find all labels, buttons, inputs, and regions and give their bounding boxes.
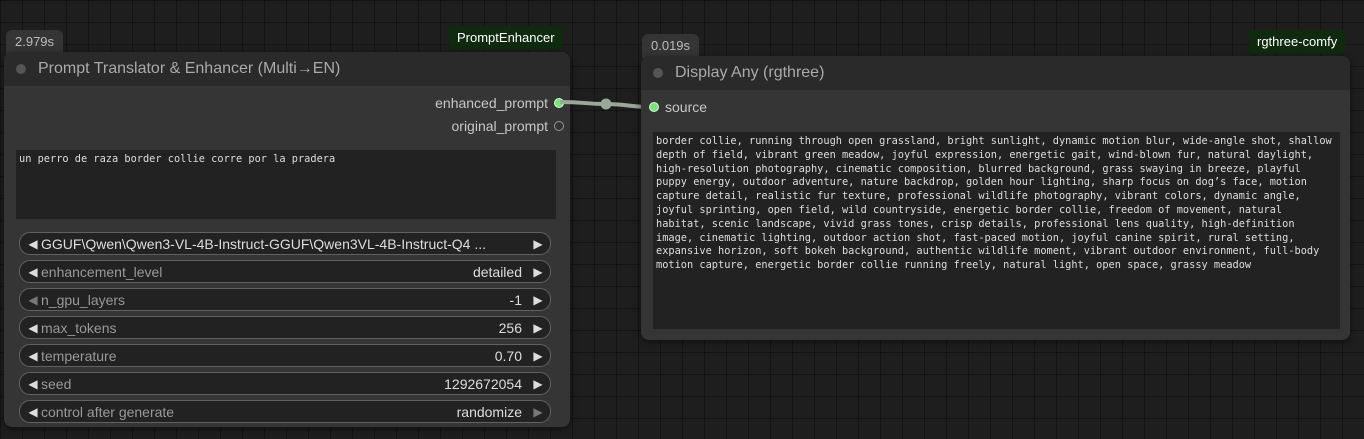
widget-label: seed: [41, 375, 72, 392]
output-slot-label: original_prompt: [451, 118, 549, 134]
collapse-dot-icon[interactable]: [653, 68, 663, 78]
node-source-tag: PromptEnhancer: [449, 26, 563, 50]
arrow-right-icon[interactable]: ▶: [530, 237, 546, 251]
arrow-right-icon[interactable]: ▶: [530, 377, 546, 391]
output-connected-icon[interactable]: [554, 98, 564, 108]
widget-value: -1: [509, 291, 522, 308]
output-text-display[interactable]: border collie, running through open gras…: [653, 132, 1340, 329]
input-slot-label: source: [665, 99, 708, 115]
prompt-textarea[interactable]: un perro de raza border collie corre por…: [16, 150, 556, 219]
arrow-right-icon[interactable]: ▶: [530, 265, 546, 279]
arrow-right-icon[interactable]: ▶: [530, 293, 546, 307]
collapse-dot-icon[interactable]: [16, 64, 26, 74]
widget-label: n_gpu_layers: [41, 291, 126, 308]
widget-label: temperature: [41, 347, 117, 364]
node-source-tag: rgthree-comfy: [1249, 30, 1346, 54]
arrow-left-icon[interactable]: ◀: [25, 321, 41, 335]
display-any-node[interactable]: Display Any (rgthree) source border coll…: [641, 56, 1350, 340]
max-tokens-widget[interactable]: ◀ max_tokens 256 ▶: [19, 316, 551, 339]
n-gpu-layers-widget[interactable]: ◀ n_gpu_layers -1 ▶: [19, 288, 551, 311]
node-title-bar[interactable]: Prompt Translator & Enhancer (Multi→EN): [4, 52, 570, 86]
widget-label: control after generate: [41, 403, 175, 420]
prompt-enhancer-node[interactable]: Prompt Translator & Enhancer (Multi→EN) …: [4, 52, 570, 427]
execution-time-badge: 2.979s: [6, 30, 64, 54]
enhancement-level-widget[interactable]: ◀ enhancement_level detailed ▶: [19, 260, 551, 283]
arrow-right-icon[interactable]: ▶: [530, 349, 546, 363]
model-selector[interactable]: ◀ GGUF\Qwen\Qwen3-VL-4B-Instruct-GGUF\Qw…: [19, 232, 551, 255]
node-title: Prompt Translator & Enhancer (Multi→EN): [38, 60, 341, 77]
output-slot-enhanced-prompt[interactable]: enhanced_prompt: [435, 94, 570, 112]
control-after-generate-widget[interactable]: ◀ control after generate randomize ▶: [19, 400, 551, 423]
widget-value: 0.70: [494, 347, 522, 364]
seed-widget[interactable]: ◀ seed 1292672054 ▶: [19, 372, 551, 395]
arrow-left-icon[interactable]: ◀: [25, 349, 41, 363]
arrow-left-icon[interactable]: ◀: [25, 293, 41, 307]
widget-value: randomize: [456, 403, 522, 420]
execution-time-badge: 0.019s: [642, 34, 700, 58]
arrow-right-icon[interactable]: ▶: [530, 405, 546, 419]
output-slot-label: enhanced_prompt: [435, 95, 548, 111]
input-connected-icon[interactable]: [649, 102, 659, 112]
temperature-widget[interactable]: ◀ temperature 0.70 ▶: [19, 344, 551, 367]
output-slot-original-prompt[interactable]: original_prompt: [452, 117, 571, 135]
widget-value: 256: [498, 319, 522, 336]
widget-value: detailed: [472, 263, 522, 280]
widget-value: 1292672054: [444, 375, 522, 392]
arrow-left-icon[interactable]: ◀: [25, 237, 41, 251]
widget-label: max_tokens: [41, 319, 117, 336]
arrow-left-icon[interactable]: ◀: [25, 405, 41, 419]
output-disconnected-icon[interactable]: [554, 121, 564, 131]
widget-label: enhancement_level: [41, 263, 163, 280]
input-slot-source[interactable]: source: [641, 98, 707, 116]
arrow-right-icon[interactable]: ▶: [530, 321, 546, 335]
model-value: GGUF\Qwen\Qwen3-VL-4B-Instruct-GGUF\Qwen…: [41, 235, 487, 252]
node-title: Display Any (rgthree): [675, 64, 825, 81]
arrow-left-icon[interactable]: ◀: [25, 377, 41, 391]
node-title-bar[interactable]: Display Any (rgthree): [641, 56, 1350, 90]
arrow-left-icon[interactable]: ◀: [25, 265, 41, 279]
